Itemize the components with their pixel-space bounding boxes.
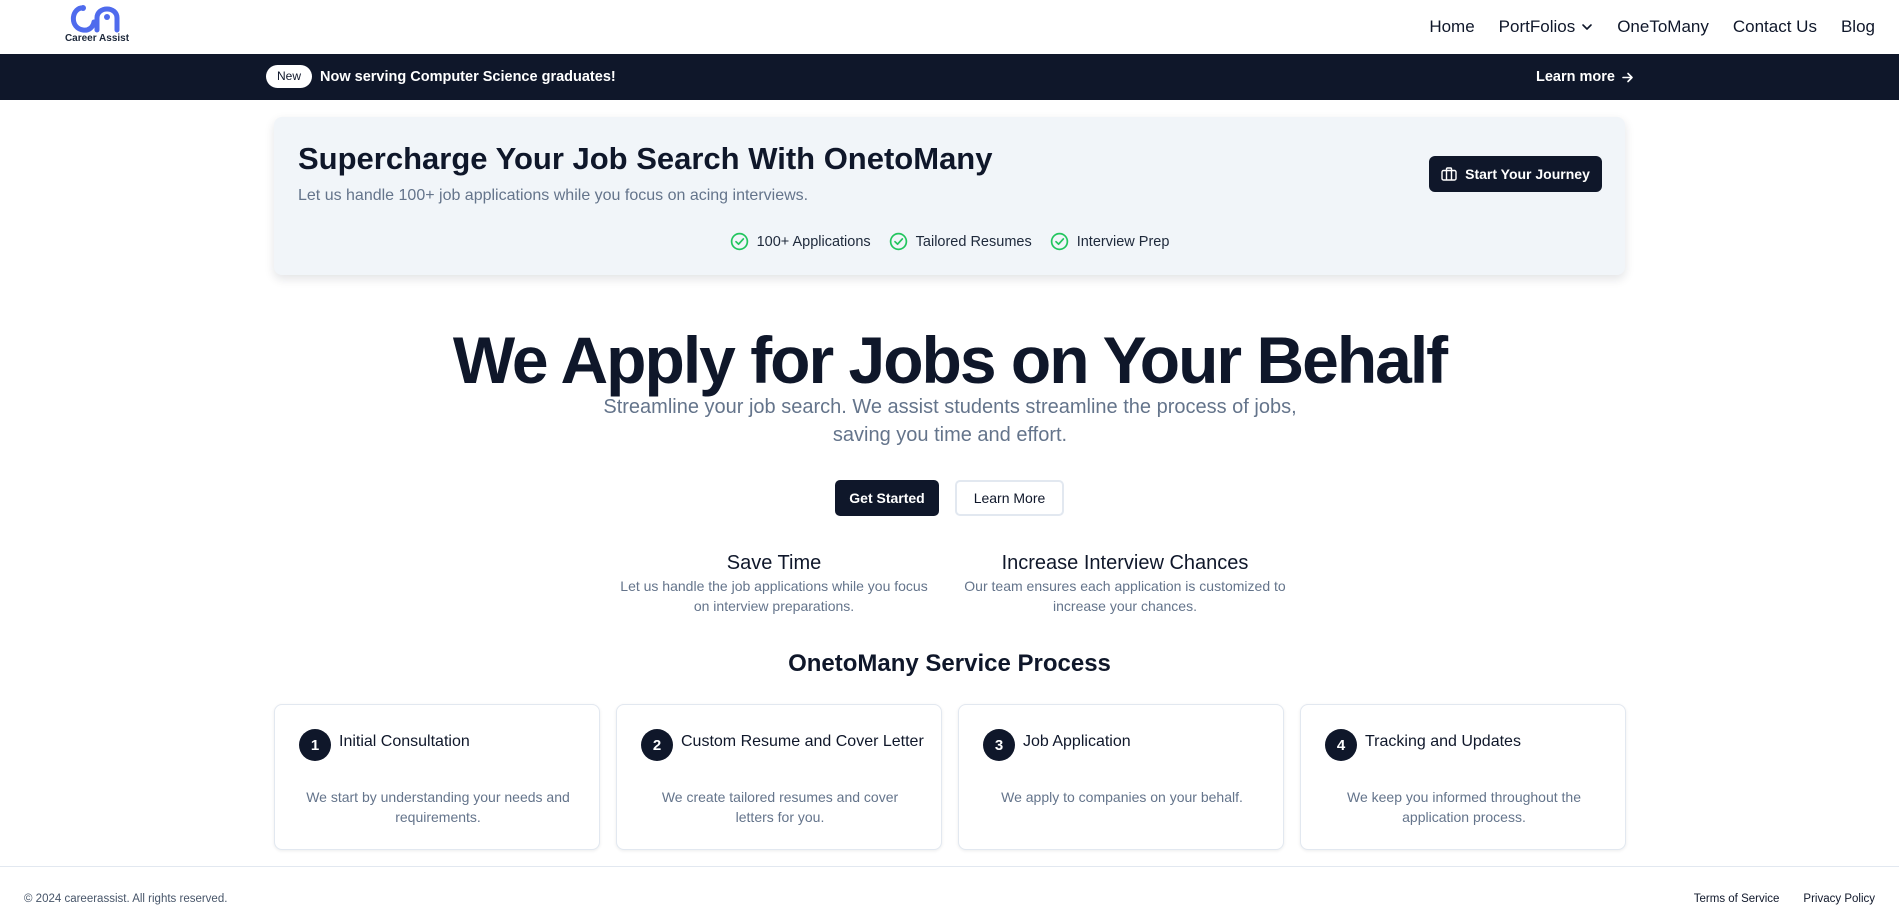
- step-title: Initial Consultation: [339, 733, 470, 750]
- step-title: Tracking and Updates: [1365, 733, 1521, 750]
- feature-label: Interview Prep: [1076, 233, 1170, 250]
- step-description: We start by understanding your needs and…: [306, 789, 570, 825]
- feature-item: Tailored Resumes: [889, 232, 1032, 251]
- step-description: We create tailored resumes and cover let…: [661, 789, 899, 825]
- nav-item-portfolios[interactable]: PortFolios: [1499, 17, 1594, 37]
- feature-label: 100+ Applications: [756, 233, 871, 250]
- nav-item-onetomany[interactable]: OneToMany: [1617, 17, 1709, 37]
- chevron-down-icon: [1582, 24, 1593, 30]
- benefit-save-time: Save Time Let us handle the job applicat…: [614, 550, 934, 616]
- announcement-text: Now serving Computer Science graduates!: [320, 69, 616, 85]
- promo-title: Supercharge Your Job Search With OnetoMa…: [298, 141, 993, 176]
- step-title: Job Application: [1023, 733, 1131, 750]
- nav-item-home[interactable]: Home: [1429, 17, 1474, 37]
- arrow-right-icon: [1622, 72, 1633, 82]
- check-circle-icon: [1050, 232, 1068, 251]
- nav-label: PortFolios: [1498, 17, 1576, 36]
- new-badge: New: [266, 65, 313, 88]
- promo-subtitle: Let us handle 100+ job applications whil…: [298, 187, 809, 204]
- start-journey-button[interactable]: Start Your Journey: [1429, 156, 1602, 192]
- step-number: 2: [641, 729, 673, 761]
- check-circle-icon: [889, 232, 907, 251]
- benefit-description: Our team ensures each application is cus…: [964, 578, 1286, 614]
- start-journey-label: Start Your Journey: [1465, 166, 1590, 182]
- footer-divider: [0, 866, 1899, 867]
- step-description: We keep you informed throughout the appl…: [1346, 789, 1581, 825]
- main-nav: Home PortFolios OneToMany Contact Us Blo…: [1429, 0, 1875, 54]
- check-circle-icon: [730, 232, 748, 251]
- benefit-title: Increase Interview Chances: [1001, 552, 1249, 574]
- privacy-policy-link[interactable]: Privacy Policy: [1803, 893, 1875, 905]
- logo-mark-icon: [70, 5, 120, 33]
- nav-label: OneToMany: [1617, 17, 1709, 36]
- hero-subtitle: Streamline your job search. We assist st…: [603, 396, 1297, 446]
- hero-title: We Apply for Jobs on Your Behalf: [452, 323, 1448, 397]
- learn-more-link[interactable]: Learn more: [1536, 54, 1634, 100]
- get-started-button[interactable]: Get Started: [835, 480, 939, 516]
- terms-of-service-link[interactable]: Terms of Service: [1694, 893, 1780, 905]
- feature-item: 100+ Applications: [730, 232, 871, 251]
- benefit-title: Save Time: [726, 552, 822, 574]
- process-title: OnetoMany Service Process: [788, 650, 1111, 677]
- step-number: 1: [299, 729, 331, 761]
- footer-links: Terms of Service Privacy Policy: [1694, 893, 1875, 905]
- process-step-card: 1 Initial Consultation We start by under…: [274, 704, 600, 850]
- nav-label: Contact Us: [1732, 17, 1817, 36]
- process-step-card: 2 Custom Resume and Cover Letter We crea…: [616, 704, 942, 850]
- nav-item-blog[interactable]: Blog: [1841, 17, 1875, 37]
- announcement-bar: New Now serving Computer Science graduat…: [0, 54, 1899, 100]
- feature-item: Interview Prep: [1050, 232, 1170, 251]
- promo-card: Supercharge Your Job Search With OnetoMa…: [274, 117, 1625, 275]
- nav-label: Blog: [1840, 17, 1875, 36]
- process-step-card: 3 Job Application We apply to companies …: [958, 704, 1284, 850]
- career-assist-logo[interactable]: Career Assist: [64, 2, 130, 46]
- nav-label: Home: [1429, 17, 1475, 36]
- promo-features: 100+ Applications Tailored Resumes Inter…: [274, 232, 1625, 251]
- site-header: Career Assist Home PortFolios OneToMany …: [0, 0, 1899, 54]
- learn-more-button[interactable]: Learn More: [955, 480, 1064, 516]
- process-step-card: 4 Tracking and Updates We keep you infor…: [1300, 704, 1626, 850]
- learn-more-label: Learn more: [1536, 69, 1615, 85]
- briefcase-icon: [1441, 167, 1457, 181]
- step-description: We apply to companies on your behalf.: [1001, 789, 1243, 805]
- logo-text: Career Assist: [64, 33, 130, 44]
- step-number: 4: [1325, 729, 1357, 761]
- feature-label: Tailored Resumes: [915, 233, 1032, 250]
- benefit-description: Let us handle the job applications while…: [620, 578, 928, 614]
- nav-item-contact[interactable]: Contact Us: [1733, 17, 1817, 37]
- footer-copyright: © 2024 careerassist. All rights reserved…: [24, 893, 228, 905]
- step-number: 3: [983, 729, 1015, 761]
- step-title: Custom Resume and Cover Letter: [681, 733, 924, 750]
- benefit-interview-chances: Increase Interview Chances Our team ensu…: [960, 550, 1290, 616]
